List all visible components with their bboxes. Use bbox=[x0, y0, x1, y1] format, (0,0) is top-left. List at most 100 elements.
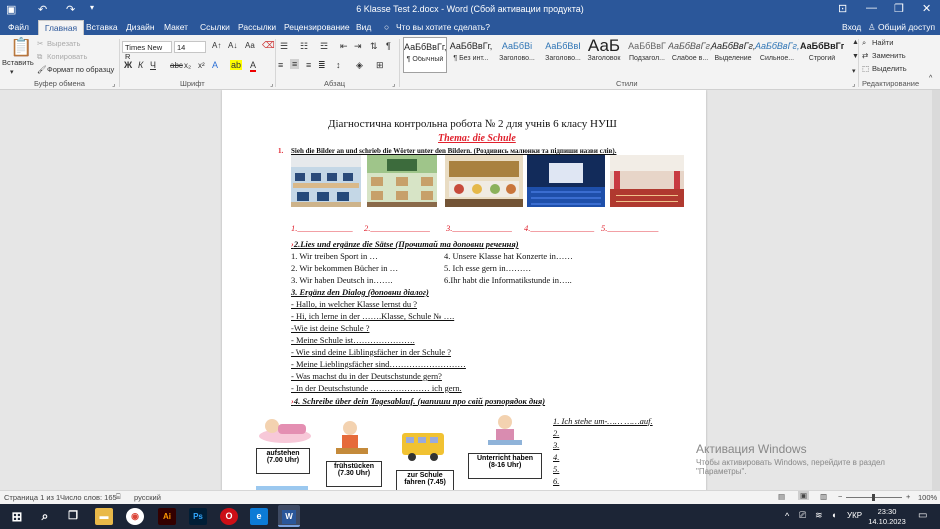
edge-icon[interactable]: e bbox=[250, 508, 268, 525]
wifi-icon[interactable]: ≋ bbox=[815, 510, 823, 521]
print-layout-icon[interactable]: ▣ bbox=[798, 491, 810, 500]
find-button[interactable]: Найти bbox=[872, 38, 893, 47]
style-item[interactable]: АаБбВвГг, ¶ Без инт... bbox=[449, 37, 493, 73]
opera-icon[interactable]: O bbox=[220, 508, 238, 525]
tab-design[interactable]: Дизайн bbox=[126, 22, 155, 32]
tell-me-input[interactable]: Что вы хотите сделать? bbox=[396, 22, 490, 32]
styles-more-icon[interactable]: ▾ bbox=[852, 67, 856, 75]
signin-link[interactable]: Вход bbox=[842, 22, 861, 32]
style-item[interactable]: АаБбВвГг, Сильное... bbox=[755, 37, 799, 73]
tab-layout[interactable]: Макет bbox=[164, 22, 188, 32]
keyboard-language[interactable]: УКР bbox=[847, 511, 862, 520]
zoom-slider-thumb[interactable] bbox=[872, 494, 875, 501]
blank-5[interactable]: 5.____________ bbox=[601, 223, 658, 233]
tab-review[interactable]: Рецензирование bbox=[284, 22, 350, 32]
numbering-icon[interactable]: ☷ bbox=[300, 41, 308, 52]
tab-file[interactable]: Файл bbox=[8, 22, 29, 32]
multilevel-list-icon[interactable]: ☲ bbox=[320, 41, 328, 52]
copy-button[interactable]: Копировать bbox=[47, 52, 87, 61]
style-item[interactable]: АаБбВвГг, Выделение bbox=[711, 37, 755, 73]
share-button[interactable]: Общий доступ bbox=[878, 22, 935, 32]
shrink-font-icon[interactable]: A↓ bbox=[228, 41, 237, 50]
zoom-in-icon[interactable]: + bbox=[906, 492, 910, 501]
clock[interactable]: 23:30 14.10.2023 bbox=[868, 507, 906, 527]
highlight-icon[interactable]: ab bbox=[230, 60, 243, 70]
answer-line-1[interactable]: 1. Ich stehe um-…… ……auf. bbox=[553, 416, 653, 426]
paste-button[interactable]: Вставить bbox=[2, 58, 34, 67]
bullets-icon[interactable]: ☰ bbox=[280, 41, 288, 52]
read-mode-icon[interactable]: ▤ bbox=[778, 492, 785, 501]
tab-home[interactable]: Главная bbox=[38, 20, 84, 35]
style-item[interactable]: АаБбВі Заголово... bbox=[495, 37, 539, 73]
paste-dropdown-icon[interactable]: ▾ bbox=[10, 68, 14, 76]
style-item[interactable]: АаБбВвГ Подзагол... bbox=[625, 37, 669, 73]
answer-line-4[interactable]: 4. bbox=[553, 452, 559, 462]
bold-icon[interactable]: Ж bbox=[124, 60, 132, 70]
font-size-combo[interactable]: 14 bbox=[174, 41, 206, 53]
blank-3[interactable]: 3.______________ bbox=[446, 223, 512, 233]
collapse-ribbon-icon[interactable]: ^ bbox=[929, 75, 932, 82]
minimize-button[interactable]: — bbox=[866, 2, 877, 14]
file-explorer-icon[interactable]: ▬ bbox=[95, 508, 113, 525]
tab-references[interactable]: Ссылки bbox=[200, 22, 230, 32]
tab-view[interactable]: Вид bbox=[356, 22, 371, 32]
windows-start-icon[interactable]: ⊞ bbox=[8, 508, 26, 525]
cut-button[interactable]: Вырезать bbox=[47, 39, 80, 48]
clipboard-launcher-icon[interactable]: ⌟ bbox=[112, 79, 116, 88]
subscript-icon[interactable]: x₂ bbox=[184, 61, 191, 70]
document-page[interactable]: Діагностична контрольна робота № 2 для у… bbox=[222, 90, 706, 490]
volume-icon[interactable]: ◖ bbox=[831, 510, 836, 520]
grow-font-icon[interactable]: A↑ bbox=[212, 41, 221, 50]
shading-icon[interactable]: ◈ bbox=[356, 60, 363, 71]
style-item[interactable]: АаБ Заголовок bbox=[583, 37, 625, 73]
search-icon[interactable]: ⌕ bbox=[36, 508, 54, 525]
tray-chevron-icon[interactable]: ^ bbox=[785, 511, 789, 521]
close-button[interactable]: ✕ bbox=[922, 2, 931, 15]
answer-line-6[interactable]: 6. bbox=[553, 476, 559, 486]
font-launcher-icon[interactable]: ⌟ bbox=[270, 79, 274, 88]
strikethrough-icon[interactable]: abc bbox=[170, 61, 183, 70]
style-item[interactable]: АаБбВвГг, ¶ Обычный bbox=[403, 37, 447, 73]
zoom-out-icon[interactable]: − bbox=[838, 492, 842, 501]
font-color-icon[interactable]: A bbox=[250, 60, 257, 72]
task-view-icon[interactable]: ❐ bbox=[64, 508, 82, 525]
change-case-icon[interactable]: Aa bbox=[245, 41, 255, 50]
notifications-icon[interactable]: ▭ bbox=[918, 510, 927, 521]
align-center-icon[interactable]: ≡ bbox=[290, 59, 300, 69]
word-count[interactable]: Число слов: 165 bbox=[60, 493, 117, 502]
word-icon[interactable]: W bbox=[278, 505, 300, 527]
show-marks-icon[interactable]: ¶ bbox=[386, 41, 391, 51]
select-button[interactable]: Выделить bbox=[872, 64, 907, 73]
page-count[interactable]: Страница 1 из 1 bbox=[4, 493, 60, 502]
tray-app-icon[interactable]: ⎚ bbox=[799, 510, 806, 521]
decrease-indent-icon[interactable]: ⇤ bbox=[340, 41, 348, 52]
increase-indent-icon[interactable]: ⇥ bbox=[354, 41, 362, 52]
illustrator-icon[interactable]: Ai bbox=[158, 508, 176, 525]
style-item[interactable]: АаБбВвГг, Слабое в... bbox=[668, 37, 712, 73]
maximize-button[interactable]: ❐ bbox=[894, 2, 904, 15]
answer-line-5[interactable]: 5. bbox=[553, 464, 559, 474]
align-right-icon[interactable]: ≡ bbox=[306, 60, 311, 70]
proofing-icon[interactable]: ⌸ bbox=[116, 492, 121, 502]
style-item[interactable]: АаБбВвІ Заголово... bbox=[541, 37, 585, 73]
clear-format-icon[interactable]: ⌫ bbox=[262, 40, 275, 51]
web-layout-icon[interactable]: ▥ bbox=[820, 492, 827, 501]
italic-icon[interactable]: К bbox=[138, 60, 143, 70]
vertical-scrollbar[interactable] bbox=[932, 90, 940, 490]
replace-button[interactable]: Заменить bbox=[872, 51, 906, 60]
format-painter-button[interactable]: Формат по образцу bbox=[47, 65, 114, 74]
underline-icon[interactable]: Ч bbox=[150, 60, 156, 70]
align-left-icon[interactable]: ≡ bbox=[278, 60, 283, 70]
font-name-combo[interactable]: Times New R bbox=[122, 41, 172, 61]
blank-2[interactable]: 2.______________ bbox=[364, 223, 430, 233]
answer-line-2[interactable]: 2. bbox=[553, 428, 559, 438]
tab-mailings[interactable]: Рассылки bbox=[238, 22, 276, 32]
ribbon-display-icon[interactable]: ⊡ bbox=[838, 2, 847, 15]
zoom-level[interactable]: 100% bbox=[918, 493, 937, 502]
photoshop-icon[interactable]: Ps bbox=[189, 508, 207, 525]
style-item[interactable]: АаБбВвГг, Строгий bbox=[800, 37, 844, 73]
blank-1[interactable]: 1._____________ bbox=[291, 223, 353, 233]
sort-icon[interactable]: ⇅ bbox=[370, 41, 378, 52]
text-effects-icon[interactable]: A bbox=[212, 60, 218, 70]
chrome-icon[interactable]: ◉ bbox=[126, 508, 144, 525]
